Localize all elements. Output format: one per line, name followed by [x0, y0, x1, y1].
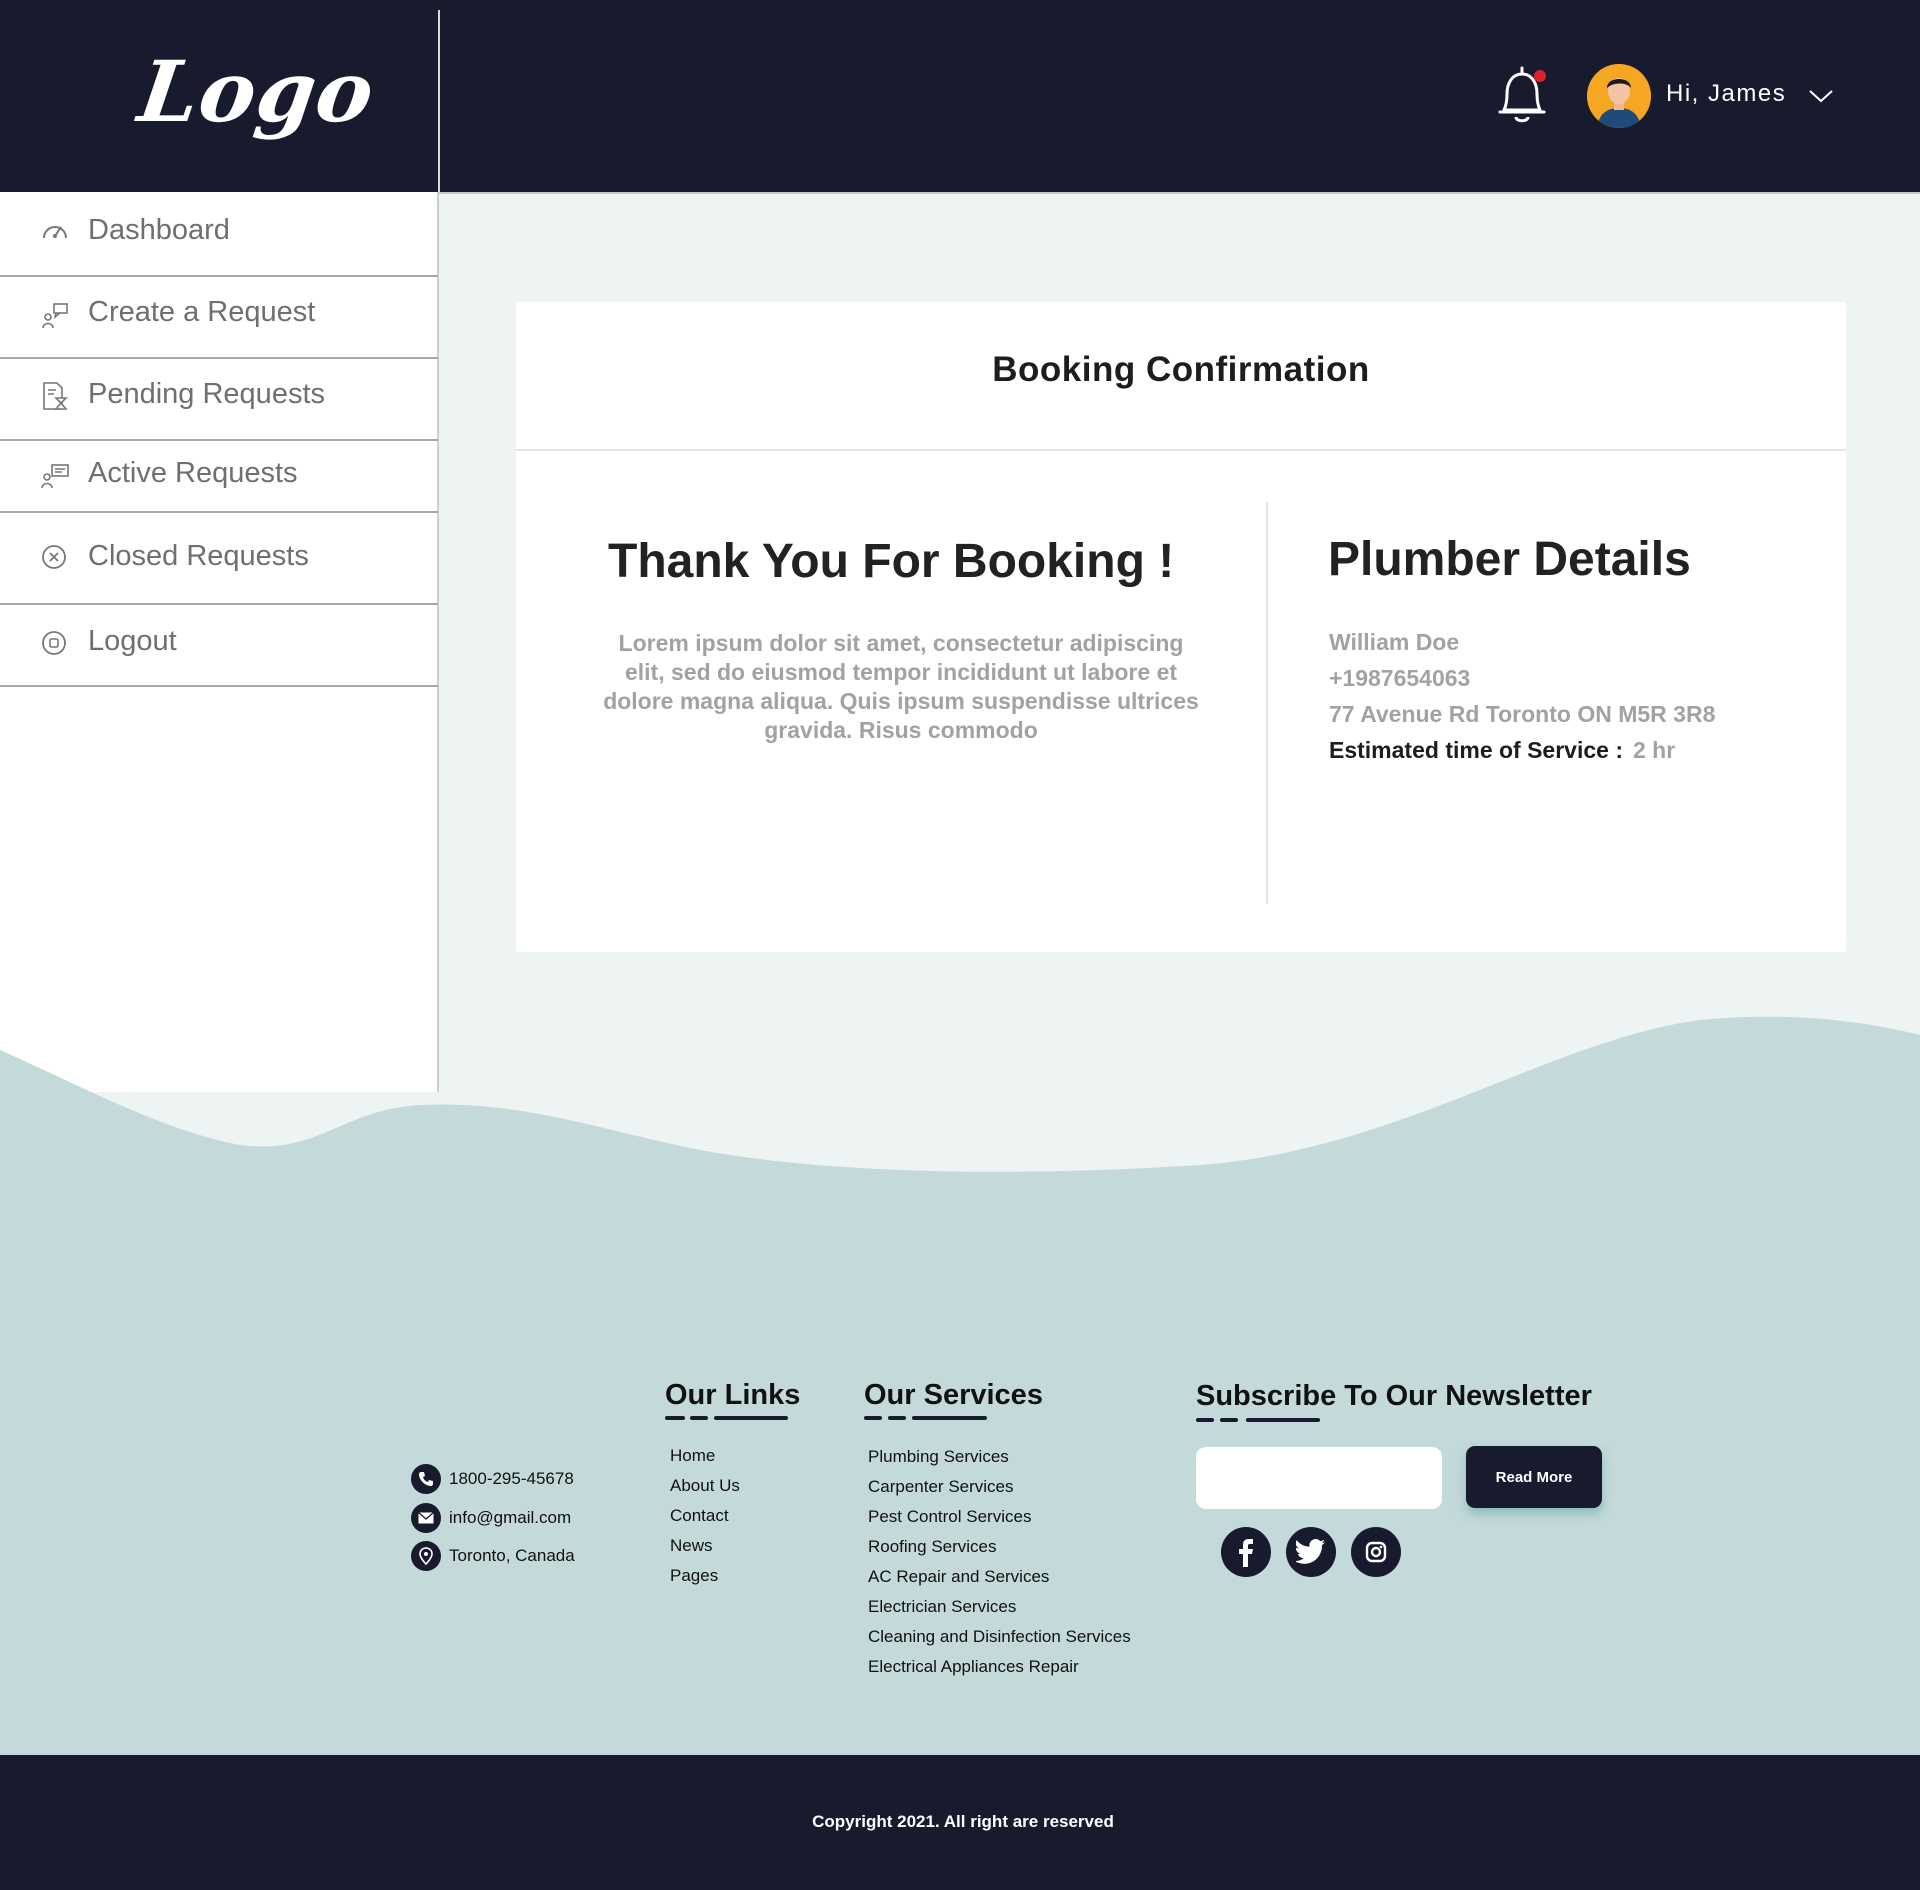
estimated-time-label: Estimated time of Service :: [1329, 737, 1623, 763]
sidebar-item-label: Dashboard: [88, 214, 230, 246]
thank-you-heading: Thank You For Booking !: [608, 535, 1175, 588]
estimated-time-value: 2 hr: [1633, 737, 1676, 763]
sidebar-item-logout[interactable]: Logout: [0, 605, 438, 687]
footer-service-link[interactable]: Electrical Appliances Repair: [868, 1657, 1079, 1677]
card-column-divider: [1266, 502, 1268, 904]
avatar[interactable]: [1587, 64, 1651, 128]
active-request-chat-icon: [41, 464, 69, 489]
sidebar-item-label: Active Requests: [88, 457, 298, 489]
sidebar-item-label: Pending Requests: [88, 378, 325, 410]
mail-icon: [411, 1503, 441, 1533]
booking-confirmation-card: Booking Confirmation Thank You For Booki…: [516, 302, 1846, 952]
contact-email[interactable]: info@gmail.com: [411, 1503, 571, 1533]
heading-underline: [912, 1416, 987, 1420]
contact-location: Toronto, Canada: [411, 1541, 575, 1571]
plumber-phone: +1987654063: [1329, 665, 1471, 691]
heading-underline: [888, 1416, 906, 1420]
notification-dot: [1534, 70, 1546, 82]
sidebar-item-label: Closed Requests: [88, 540, 309, 572]
twitter-icon[interactable]: [1286, 1527, 1336, 1577]
sidebar-item-active-requests[interactable]: Active Requests: [0, 441, 438, 513]
footer-link-home[interactable]: Home: [670, 1446, 715, 1466]
footer-service-link[interactable]: Cleaning and Disinfection Services: [868, 1627, 1131, 1647]
heading-underline: [714, 1416, 788, 1420]
footer-service-link[interactable]: AC Repair and Services: [868, 1567, 1049, 1587]
our-services-heading: Our Services: [864, 1379, 1043, 1411]
facebook-icon[interactable]: [1221, 1527, 1271, 1577]
estimated-time-row: Estimated time of Service : 2 hr: [1329, 737, 1675, 764]
phone-icon: [411, 1464, 441, 1494]
footer-service-link[interactable]: Plumbing Services: [868, 1447, 1009, 1467]
heading-underline: [1220, 1418, 1238, 1422]
sidebar-item-dashboard[interactable]: Dashboard: [0, 194, 438, 277]
contact-phone[interactable]: 1800-295-45678: [411, 1464, 574, 1494]
heading-underline: [864, 1416, 882, 1420]
sidebar-item-label: Create a Request: [88, 296, 316, 328]
location-pin-icon: [411, 1541, 441, 1571]
heading-underline: [665, 1416, 685, 1420]
plumber-details-heading: Plumber Details: [1328, 533, 1691, 586]
footer-link-pages[interactable]: Pages: [670, 1566, 718, 1586]
contact-email-text: info@gmail.com: [449, 1508, 572, 1527]
sidebar-item-label: Logout: [88, 625, 177, 657]
logo[interactable]: Logo: [133, 42, 381, 141]
our-links-heading: Our Links: [665, 1379, 801, 1411]
page-title: Booking Confirmation: [992, 350, 1370, 389]
sidebar-item-create-request[interactable]: Create a Request: [0, 277, 438, 359]
instagram-icon[interactable]: [1351, 1527, 1401, 1577]
footer-service-link[interactable]: Roofing Services: [868, 1537, 997, 1557]
close-circle-icon: [42, 545, 66, 569]
read-more-button[interactable]: Read More: [1466, 1446, 1602, 1508]
copyright-text: Copyright 2021. All right are reserved: [812, 1812, 1114, 1831]
heading-underline: [1246, 1418, 1320, 1422]
contact-phone-text: 1800-295-45678: [449, 1469, 574, 1488]
chevron-down-icon[interactable]: [1808, 86, 1834, 106]
sidebar-item-closed-requests[interactable]: Closed Requests: [0, 513, 438, 605]
confirmation-message: Lorem ipsum dolor sit amet, consectetur …: [603, 630, 1199, 743]
create-request-icon: [42, 303, 68, 329]
footer-link-contact[interactable]: Contact: [670, 1506, 729, 1526]
logout-icon: [42, 631, 66, 655]
plumber-address: 77 Avenue Rd Toronto ON M5R 3R8: [1329, 701, 1716, 727]
card-divider: [516, 449, 1846, 451]
newsletter-email-input[interactable]: [1196, 1447, 1442, 1509]
notification-bell-icon[interactable]: [1494, 62, 1550, 130]
logo-area[interactable]: Logo: [0, 0, 439, 192]
sidebar-item-pending-requests[interactable]: Pending Requests: [0, 359, 438, 441]
pending-document-icon: [43, 382, 68, 410]
newsletter-heading: Subscribe To Our Newsletter: [1196, 1380, 1592, 1412]
footer-service-link[interactable]: Electrician Services: [868, 1597, 1016, 1617]
plumber-name: William Doe: [1329, 629, 1460, 655]
footer-link-news[interactable]: News: [670, 1536, 713, 1556]
top-header: Logo Hi, James: [0, 0, 1920, 192]
footer-link-about[interactable]: About Us: [670, 1476, 740, 1496]
footer-service-link[interactable]: Carpenter Services: [868, 1477, 1014, 1497]
heading-underline: [690, 1416, 708, 1420]
footer-service-link[interactable]: Pest Control Services: [868, 1507, 1031, 1527]
user-greeting[interactable]: Hi, James: [1666, 80, 1786, 108]
heading-underline: [1196, 1418, 1214, 1422]
logo-divider: [438, 10, 440, 192]
dashboard-gauge-icon: [43, 226, 67, 239]
contact-location-text: Toronto, Canada: [449, 1546, 575, 1565]
